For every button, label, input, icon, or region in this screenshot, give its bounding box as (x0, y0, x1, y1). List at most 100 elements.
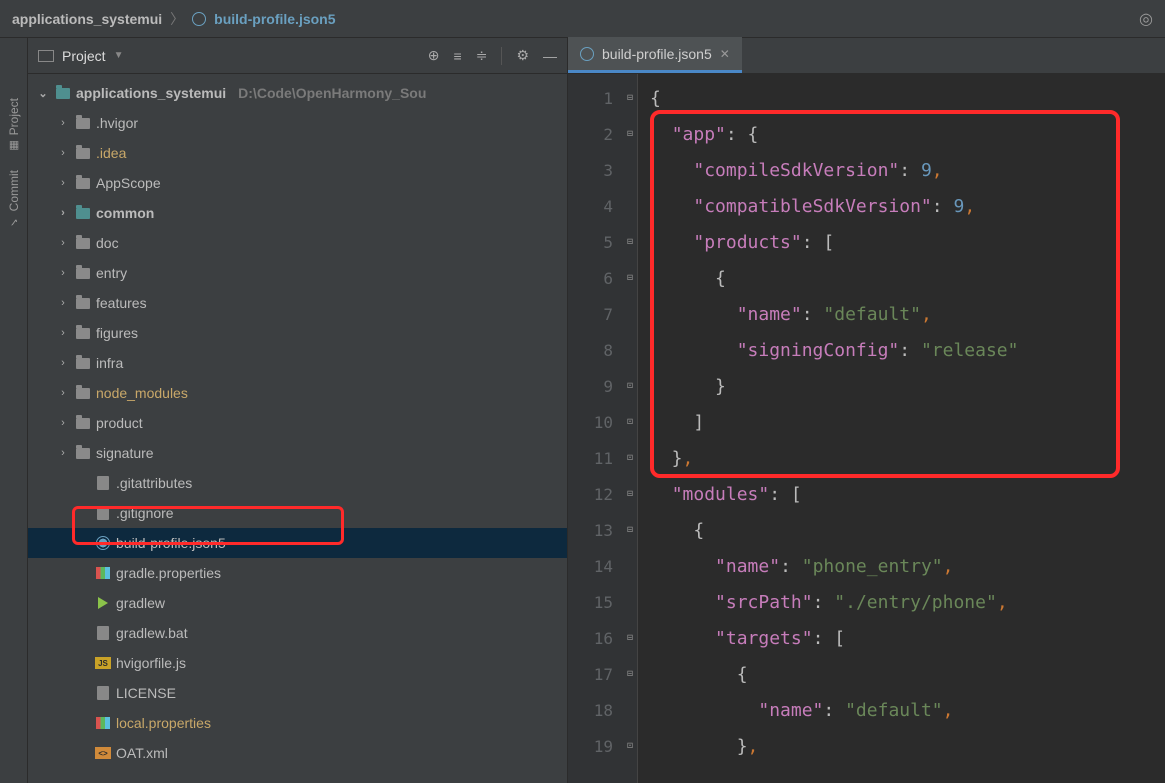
tree-file-gitignore[interactable]: .gitignore (28, 498, 567, 528)
tree-file-gradle-properties[interactable]: gradle.properties (28, 558, 567, 588)
fold-end-icon[interactable]: ⊡ (627, 741, 633, 752)
divider (501, 47, 502, 65)
line-number: 12 (594, 485, 613, 504)
panel-icon (38, 50, 54, 62)
tree-folder-appscope[interactable]: ›AppScope (28, 168, 567, 198)
gear-icon[interactable]: ⚙ (516, 47, 529, 64)
chevron-right-icon: 〉 (170, 9, 184, 29)
dropdown-icon[interactable]: ▼ (114, 50, 124, 61)
folder-icon (74, 328, 92, 339)
tree-root[interactable]: ⌄ applications_systemui D:\Code\OpenHarm… (28, 78, 567, 108)
tree-folder-infra[interactable]: ›infra (28, 348, 567, 378)
breadcrumb-root[interactable]: applications_systemui (12, 11, 162, 27)
line-number: 6 (603, 269, 613, 288)
tree-folder-doc[interactable]: ›doc (28, 228, 567, 258)
expand-all-icon[interactable]: ≡ (454, 48, 462, 64)
line-number: 10 (594, 413, 613, 432)
tree-file-license[interactable]: LICENSE (28, 678, 567, 708)
line-number: 15 (594, 593, 613, 612)
line-number: 13 (594, 521, 613, 540)
editor-body[interactable]: 1⊟ 2⊟ 3 4 5⊟ 6⊟ 7 8 9⊡ 10⊡ 11⊡ 12⊟ 13⊟ 1… (568, 74, 1165, 783)
json-icon (192, 12, 206, 26)
tree-folder-idea[interactable]: ›.idea (28, 138, 567, 168)
folder-icon (74, 358, 92, 369)
json-icon (94, 536, 112, 550)
project-panel: Project ▼ ⊕ ≡ ≑ ⚙ — ⌄ applications_syste… (28, 38, 568, 783)
project-tree[interactable]: ⌄ applications_systemui D:\Code\OpenHarm… (28, 74, 567, 783)
collapse-all-icon[interactable]: ≑ (476, 47, 488, 64)
folder-icon (74, 178, 92, 189)
code-area[interactable]: { "app": { "compileSdkVersion": 9, "comp… (638, 74, 1165, 783)
tree-folder-entry[interactable]: ›entry (28, 258, 567, 288)
tree-file-gitattributes[interactable]: .gitattributes (28, 468, 567, 498)
tree-folder-common[interactable]: ›common (28, 198, 567, 228)
js-icon: JS (94, 657, 112, 669)
fold-end-icon[interactable]: ⊡ (627, 417, 633, 428)
line-number: 18 (594, 701, 613, 720)
module-icon (74, 208, 92, 219)
line-number: 4 (603, 197, 613, 216)
folder-icon (74, 118, 92, 129)
folder-icon (74, 418, 92, 429)
file-icon (94, 476, 112, 490)
file-icon (94, 506, 112, 520)
folder-icon (74, 238, 92, 249)
tree-file-hvigorfile[interactable]: JShvigorfile.js (28, 648, 567, 678)
folder-icon: ▦ (7, 139, 20, 152)
line-number: 17 (594, 665, 613, 684)
xml-icon: <> (94, 747, 112, 759)
line-number: 1 (603, 89, 613, 108)
line-number: 3 (603, 161, 613, 180)
commit-icon: ✓ (7, 216, 20, 229)
gutter: 1⊟ 2⊟ 3 4 5⊟ 6⊟ 7 8 9⊡ 10⊡ 11⊡ 12⊟ 13⊟ 1… (568, 74, 638, 783)
tree-folder-node-modules[interactable]: ›node_modules (28, 378, 567, 408)
project-tool-tab[interactable]: ▦ Project (7, 98, 21, 152)
module-icon (54, 88, 72, 99)
tree-folder-product[interactable]: ›product (28, 408, 567, 438)
tree-file-gradlew[interactable]: gradlew (28, 588, 567, 618)
fold-end-icon[interactable]: ⊡ (627, 381, 633, 392)
target-icon[interactable]: ◎ (1139, 9, 1153, 29)
properties-icon (94, 567, 112, 579)
expander-icon[interactable]: ⌄ (36, 87, 50, 100)
tree-file-oat-xml[interactable]: <>OAT.xml (28, 738, 567, 768)
tree-folder-hvigor[interactable]: ›.hvigor (28, 108, 567, 138)
tree-file-build-profile[interactable]: build-profile.json5 (28, 528, 567, 558)
fold-icon[interactable]: ⊟ (627, 129, 633, 140)
tree-folder-signature[interactable]: ›signature (28, 438, 567, 468)
line-number: 16 (594, 629, 613, 648)
editor-tab-build-profile[interactable]: build-profile.json5 ✕ (568, 37, 742, 73)
fold-icon[interactable]: ⊟ (627, 237, 633, 248)
tree-folder-figures[interactable]: ›figures (28, 318, 567, 348)
folder-icon (74, 148, 92, 159)
line-number: 5 (603, 233, 613, 252)
fold-icon[interactable]: ⊟ (627, 489, 633, 500)
properties-icon (94, 717, 112, 729)
fold-end-icon[interactable]: ⊡ (627, 453, 633, 464)
fold-icon[interactable]: ⊟ (627, 633, 633, 644)
tree-folder-features[interactable]: ›features (28, 288, 567, 318)
line-number: 19 (594, 737, 613, 756)
line-number: 7 (603, 305, 613, 324)
line-number: 11 (594, 449, 613, 468)
script-icon (94, 597, 112, 609)
fold-icon[interactable]: ⊟ (627, 93, 633, 104)
fold-icon[interactable]: ⊟ (627, 669, 633, 680)
tree-file-gradlew-bat[interactable]: gradlew.bat (28, 618, 567, 648)
project-panel-header: Project ▼ ⊕ ≡ ≑ ⚙ — (28, 38, 567, 74)
minimize-icon[interactable]: — (543, 48, 557, 64)
fold-icon[interactable]: ⊟ (627, 273, 633, 284)
line-number: 2 (603, 125, 613, 144)
root-path: D:\Code\OpenHarmony_Sou (238, 85, 426, 101)
breadcrumb-file[interactable]: build-profile.json5 (192, 11, 335, 27)
select-opened-icon[interactable]: ⊕ (428, 47, 440, 64)
file-icon (94, 686, 112, 700)
close-icon[interactable]: ✕ (720, 47, 730, 61)
tree-file-local-properties[interactable]: local.properties (28, 708, 567, 738)
line-number: 14 (594, 557, 613, 576)
breadcrumb-bar: applications_systemui 〉 build-profile.js… (0, 0, 1165, 38)
commit-tool-tab[interactable]: ✓ Commit (7, 170, 21, 228)
fold-icon[interactable]: ⊟ (627, 525, 633, 536)
folder-icon (74, 268, 92, 279)
folder-icon (74, 448, 92, 459)
